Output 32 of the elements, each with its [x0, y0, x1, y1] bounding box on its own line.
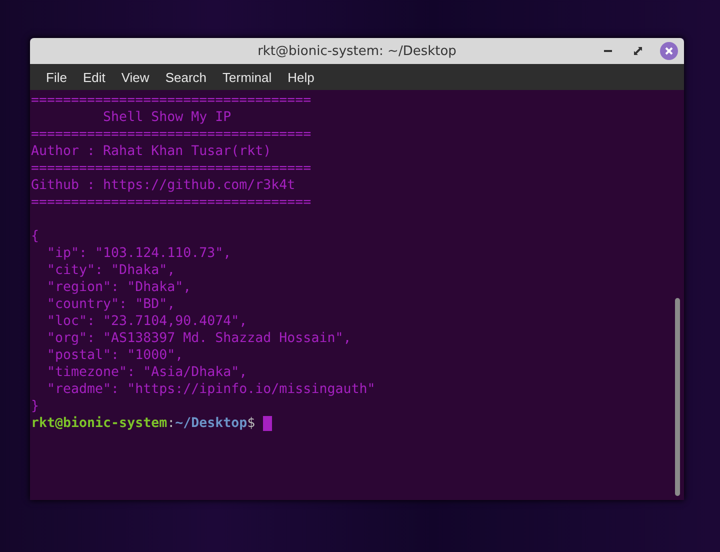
menu-item[interactable]: View [113, 70, 158, 84]
menu-item[interactable]: Search [157, 70, 215, 84]
output-line: =================================== [31, 194, 312, 211]
output-line: } [31, 398, 40, 415]
output-line: "readme": "https://ipinfo.io/missingauth" [46, 381, 376, 398]
close-icon[interactable] [660, 42, 678, 60]
menu-item[interactable]: Help [280, 70, 322, 84]
prompt-separator: : [167, 415, 176, 432]
output-line: "city": "Dhaka", [46, 262, 176, 279]
output-line: "region": "Dhaka", [46, 279, 192, 296]
output-line: "ip": "103.124.110.73", [46, 245, 232, 262]
menu-item[interactable]: File [38, 70, 75, 84]
prompt-path: ~/Desktop [175, 415, 248, 432]
cursor [263, 416, 272, 431]
window-title: rkt@bionic-system: ~/Desktop [258, 44, 456, 58]
scrollbar[interactable] [675, 298, 680, 496]
output-line: =================================== [31, 160, 312, 177]
output-line: "loc": "23.7104,90.4074", [46, 313, 248, 330]
prompt-symbol: $ [247, 415, 256, 432]
menu-item[interactable]: Terminal [214, 70, 280, 84]
menu-item[interactable]: Edit [74, 70, 114, 84]
output-line: Github : https://github.com/r3k4t [31, 177, 296, 194]
output-line: =================================== [31, 126, 312, 143]
prompt-user-host: rkt@bionic-system [31, 415, 168, 432]
output-line: "country": "BD", [46, 296, 176, 313]
output-line: { [31, 228, 40, 245]
output-line: "postal": "1000", [46, 347, 184, 364]
output-line: "org": "AS138397 Md. Shazzad Hossain", [46, 330, 352, 347]
output-line: =================================== [31, 92, 312, 109]
output-line: Shell Show My IP [102, 109, 232, 126]
output-line: "timezone": "Asia/Dhaka", [46, 364, 248, 381]
output-line: Author : Rahat Khan Tusar(rkt) [31, 143, 272, 160]
